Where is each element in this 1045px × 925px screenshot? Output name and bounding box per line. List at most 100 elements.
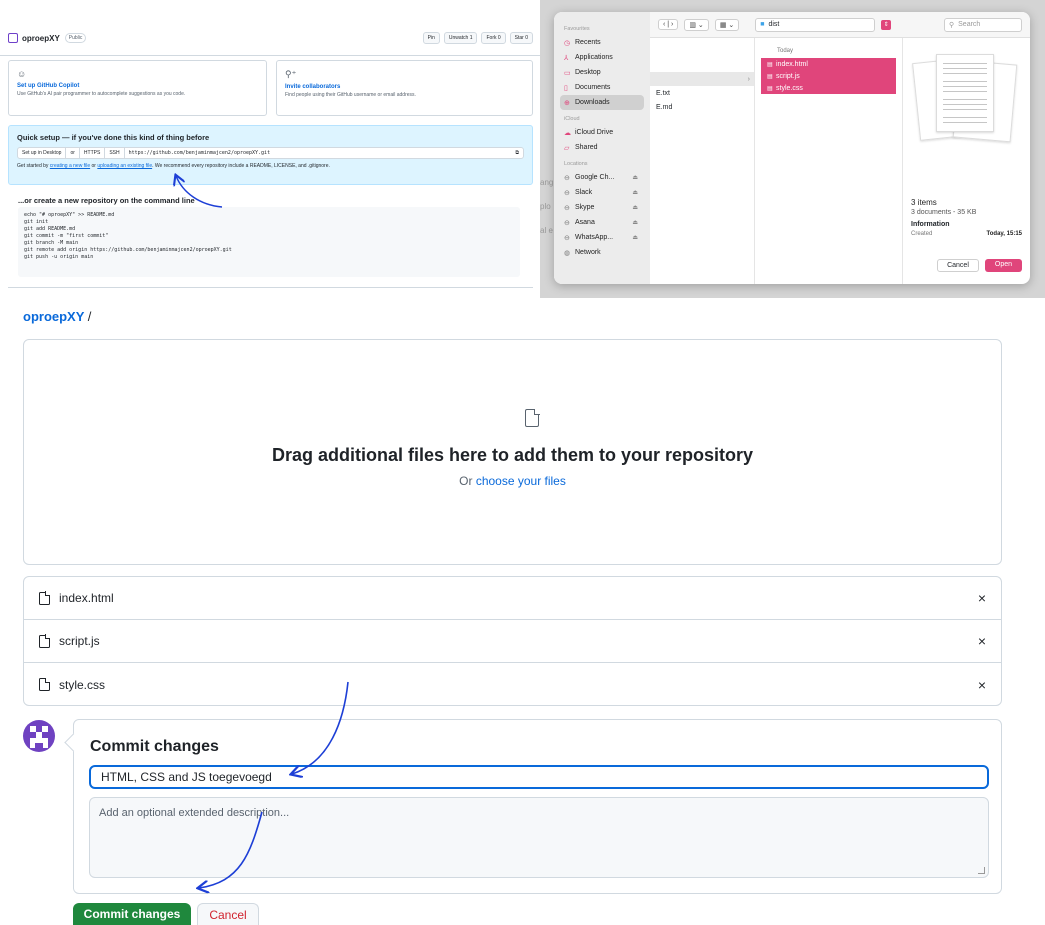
eject-icon[interactable]: ⏏ <box>632 219 638 226</box>
copy-icon[interactable]: ⧉ <box>511 148 523 158</box>
sidebar-item-network[interactable]: ◍ Network <box>560 245 644 260</box>
star-button[interactable]: Star 0 <box>509 32 533 44</box>
sidebar-item-desktop[interactable]: ▭ Desktop <box>560 65 644 80</box>
breadcrumb-repo-link[interactable]: oproepXY <box>23 309 84 324</box>
dialog-footer: Cancel Open <box>937 259 1022 272</box>
clock-icon: ◷ <box>564 39 571 47</box>
ghost-text: ang <box>540 178 554 187</box>
created-row: Created Today, 15:15 <box>911 231 1022 237</box>
search-input[interactable]: ⚲ Search <box>944 17 1022 32</box>
file-name: style.css <box>59 677 106 692</box>
back-forward-buttons[interactable]: ‹ | › <box>658 19 679 30</box>
sidebar-item-skype[interactable]: ⊖ Skype ⏏ <box>560 200 644 215</box>
file-row-script-js[interactable]: ▤ script.js <box>761 70 896 82</box>
dialog-cancel-button[interactable]: Cancel <box>937 259 979 272</box>
header-divider <box>0 55 540 56</box>
create-new-file-link[interactable]: creating a new file <box>50 163 90 169</box>
dialog-open-button[interactable]: Open <box>984 259 1022 272</box>
drive-icon: ⊖ <box>564 174 570 182</box>
file-icon <box>39 634 51 648</box>
file-row: style.css × <box>24 663 1001 706</box>
sidebar-item-slack[interactable]: ⊖ Slack ⏏ <box>560 185 644 200</box>
upload-existing-file-link[interactable]: uploading an existing file <box>97 163 152 169</box>
hint-suffix: . We recommend every repository include … <box>152 163 330 169</box>
finder-column-dist: Today ▤ index.html ▤ script.js ▤ style.css <box>755 38 903 284</box>
sidebar-item-label: WhatsApp... <box>575 234 614 241</box>
eject-icon[interactable]: ⏏ <box>632 189 638 196</box>
sidebar-item-shared[interactable]: ▱ Shared <box>560 140 644 155</box>
remove-file-icon[interactable]: × <box>978 677 986 693</box>
cancel-button[interactable]: Cancel <box>197 903 259 925</box>
avatar[interactable] <box>23 720 55 752</box>
remove-file-icon[interactable]: × <box>978 633 986 649</box>
list-item[interactable]: › <box>650 72 754 86</box>
network-icon: ◍ <box>564 249 571 257</box>
file-icon: ▤ <box>767 73 773 80</box>
commit-message-input[interactable]: HTML, CSS and JS toegevoegd <box>89 765 989 789</box>
file-drop-zone[interactable]: Drag additional files here to add them t… <box>23 339 1002 565</box>
https-button[interactable]: HTTPS <box>80 148 106 158</box>
list-item[interactable]: E.md <box>650 100 754 114</box>
preview-title: 3 items <box>911 198 937 207</box>
copilot-link[interactable]: Set up GitHub Copilot <box>17 83 258 89</box>
sidebar-item-asana[interactable]: ⊖ Asana ⏏ <box>560 215 644 230</box>
eject-icon[interactable]: ⏏ <box>632 204 638 211</box>
clone-url-row: Set up in Desktop or HTTPS SSH https://g… <box>17 147 524 159</box>
preview-subtitle: 3 documents - 35 KB <box>911 209 977 216</box>
invite-link[interactable]: Invite collaborators <box>285 84 524 90</box>
unwatch-button[interactable]: Unwatch 1 <box>443 32 478 44</box>
commit-changes-button[interactable]: Commit changes <box>73 903 191 925</box>
repo-header: oproepXY Public Pin Unwatch 1 Fork 0 Sta… <box>8 30 533 46</box>
list-item-label: E.md <box>656 103 673 111</box>
commit-title: Commit changes <box>90 738 219 755</box>
file-row-style-css[interactable]: ▤ style.css <box>761 82 896 94</box>
shared-folder-icon: ▱ <box>564 144 570 152</box>
file-row-index-html[interactable]: ▤ index.html <box>761 58 896 70</box>
pin-button[interactable]: Pin <box>422 32 440 44</box>
file-icon <box>39 677 51 691</box>
path-popup[interactable]: ■ dist <box>755 17 876 32</box>
remove-file-icon[interactable]: × <box>978 590 986 606</box>
github-quick-setup-screenshot: oproepXY Public Pin Unwatch 1 Fork 0 Sta… <box>0 0 540 298</box>
sidebar-item-applications[interactable]: ⅄ Applications <box>560 50 644 65</box>
document-icon: ▯ <box>564 84 568 92</box>
repo-name[interactable]: oproepXY <box>22 34 60 43</box>
copilot-card: ☺ Set up GitHub Copilot Use GitHub's AI … <box>8 60 267 116</box>
information-heading: Information <box>911 221 950 228</box>
drive-icon: ⊖ <box>564 189 570 197</box>
file-icon: ▤ <box>767 85 773 92</box>
eject-icon[interactable]: ⏏ <box>632 174 638 181</box>
ghost-text: al e <box>540 226 553 235</box>
sidebar-item-label: Shared <box>575 144 598 151</box>
drop-zone-title: Drag additional files here to add them t… <box>271 445 754 465</box>
download-icon: ⊕ <box>564 99 570 107</box>
sidebar-item-documents[interactable]: ▯ Documents <box>560 80 644 95</box>
sidebar-item-downloads[interactable]: ⊕ Downloads <box>560 95 644 110</box>
file-name: style.css <box>776 84 803 92</box>
clone-url[interactable]: https://github.com/benjaminmajcen2/oproe… <box>125 148 512 158</box>
eject-icon[interactable]: ⏏ <box>632 234 638 241</box>
quick-setup-box: Quick setup — if you've done this kind o… <box>8 125 533 185</box>
path-stepper-icon[interactable]: ⇕ <box>881 19 892 30</box>
sidebar-item-google-chrome[interactable]: ⊖ Google Ch... ⏏ <box>560 170 644 185</box>
group-view-button[interactable]: ▦ ⌄ <box>714 18 740 31</box>
icloud-heading: iCloud <box>564 116 580 122</box>
setup-desktop-button[interactable]: Set up in Desktop <box>18 148 67 158</box>
ssh-button[interactable]: SSH <box>105 148 125 158</box>
invite-card: ⚲⁺ Invite collaborators Find people usin… <box>276 60 533 116</box>
list-item[interactable]: E.txt <box>650 86 754 100</box>
file-icon <box>525 408 540 427</box>
sidebar-item-icloud-drive[interactable]: ☁ iCloud Drive <box>560 125 644 140</box>
sidebar-item-whatsapp[interactable]: ⊖ WhatsApp... ⏏ <box>560 230 644 245</box>
choose-files-link[interactable]: choose your files <box>476 474 566 488</box>
fork-button[interactable]: Fork 0 <box>481 32 506 44</box>
desktop-icon: ▭ <box>564 69 571 77</box>
column-view-button[interactable]: ▥ ⌄ <box>684 18 709 31</box>
file-row: index.html × <box>24 577 1001 620</box>
or-label: or <box>66 148 80 158</box>
favourites-heading: Favourites <box>564 26 590 32</box>
sidebar-item-recents[interactable]: ◷ Recents <box>560 35 644 50</box>
search-icon: ⚲ <box>949 21 955 29</box>
commit-description-textarea[interactable]: Add an optional extended description... <box>89 797 989 878</box>
finder-column-parent: › E.txt E.md <box>650 38 755 284</box>
